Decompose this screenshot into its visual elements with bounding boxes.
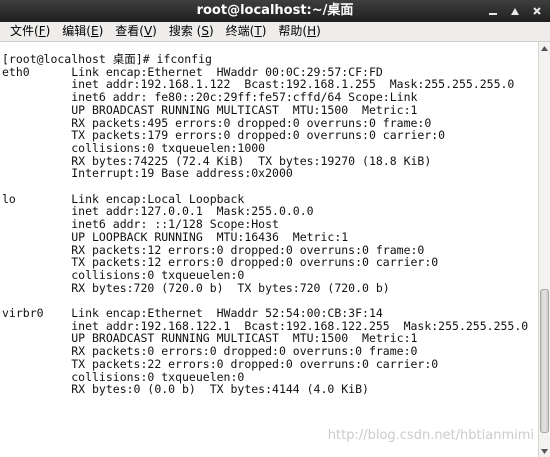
title-bar[interactable]: root@localhost:~/桌面 (0, 0, 550, 22)
menu-edit[interactable]: 编辑(E) (56, 22, 109, 41)
watermark-text: http://blog.csdn.net/hbtianmimi (327, 428, 534, 443)
menu-file[interactable]: 文件(F) (4, 22, 56, 41)
menu-edit-label: 编辑( (62, 24, 91, 38)
menu-search-label: 搜索 ( (168, 24, 202, 38)
menu-search[interactable]: 搜索 (S) (163, 22, 220, 41)
menu-file-mnemonic: F (38, 24, 46, 38)
menu-file-label: 文件( (10, 24, 39, 38)
minimize-button[interactable] (484, 2, 502, 20)
arrow-up-icon (541, 45, 548, 51)
menu-search-mnemonic: S (201, 24, 209, 38)
menu-help-mnemonic: H (307, 24, 317, 38)
menu-terminal-mnemonic: T (254, 24, 262, 38)
menu-terminal[interactable]: 终端(T) (220, 22, 273, 41)
menu-file-suffix: ) (45, 24, 51, 38)
close-button[interactable] (528, 2, 546, 20)
menu-help[interactable]: 帮助(H) (272, 22, 326, 41)
scroll-up-button[interactable] (539, 42, 550, 54)
terminal-area[interactable]: [root@localhost 桌面]# ifconfig eth0 Link … (0, 42, 538, 457)
scroll-down-button[interactable] (539, 445, 550, 457)
menu-search-suffix: ) (208, 24, 214, 38)
menu-help-suffix: ) (316, 24, 321, 38)
maximize-icon (511, 8, 519, 15)
menu-view-suffix: ) (152, 24, 157, 38)
menu-edit-mnemonic: E (90, 24, 99, 38)
menu-view[interactable]: 查看(V) (109, 22, 163, 41)
menu-bar: 文件(F) 编辑(E) 查看(V) 搜索 (S) 终端(T) 帮助(H) (0, 22, 550, 42)
scroll-thumb[interactable] (540, 288, 549, 434)
minimize-icon (489, 13, 497, 15)
menu-terminal-suffix: ) (261, 24, 267, 38)
terminal-window: root@localhost:~/桌面 文件(F) 编辑(E) 查看(V) 搜索… (0, 0, 550, 457)
menu-terminal-label: 终端( (225, 24, 255, 38)
scroll-track[interactable] (540, 54, 549, 445)
vertical-scrollbar[interactable] (538, 42, 550, 457)
close-icon (533, 7, 541, 15)
arrow-down-icon (541, 448, 548, 454)
terminal-output: [root@localhost 桌面]# ifconfig eth0 Link … (2, 52, 529, 397)
menu-view-label: 查看( (115, 24, 144, 38)
menu-view-mnemonic: V (143, 24, 153, 38)
menu-edit-suffix: ) (98, 24, 104, 38)
window-controls (480, 0, 546, 22)
window-title: root@localhost:~/桌面 (196, 3, 354, 18)
menu-help-label: 帮助( (278, 24, 308, 38)
maximize-button[interactable] (506, 2, 524, 20)
